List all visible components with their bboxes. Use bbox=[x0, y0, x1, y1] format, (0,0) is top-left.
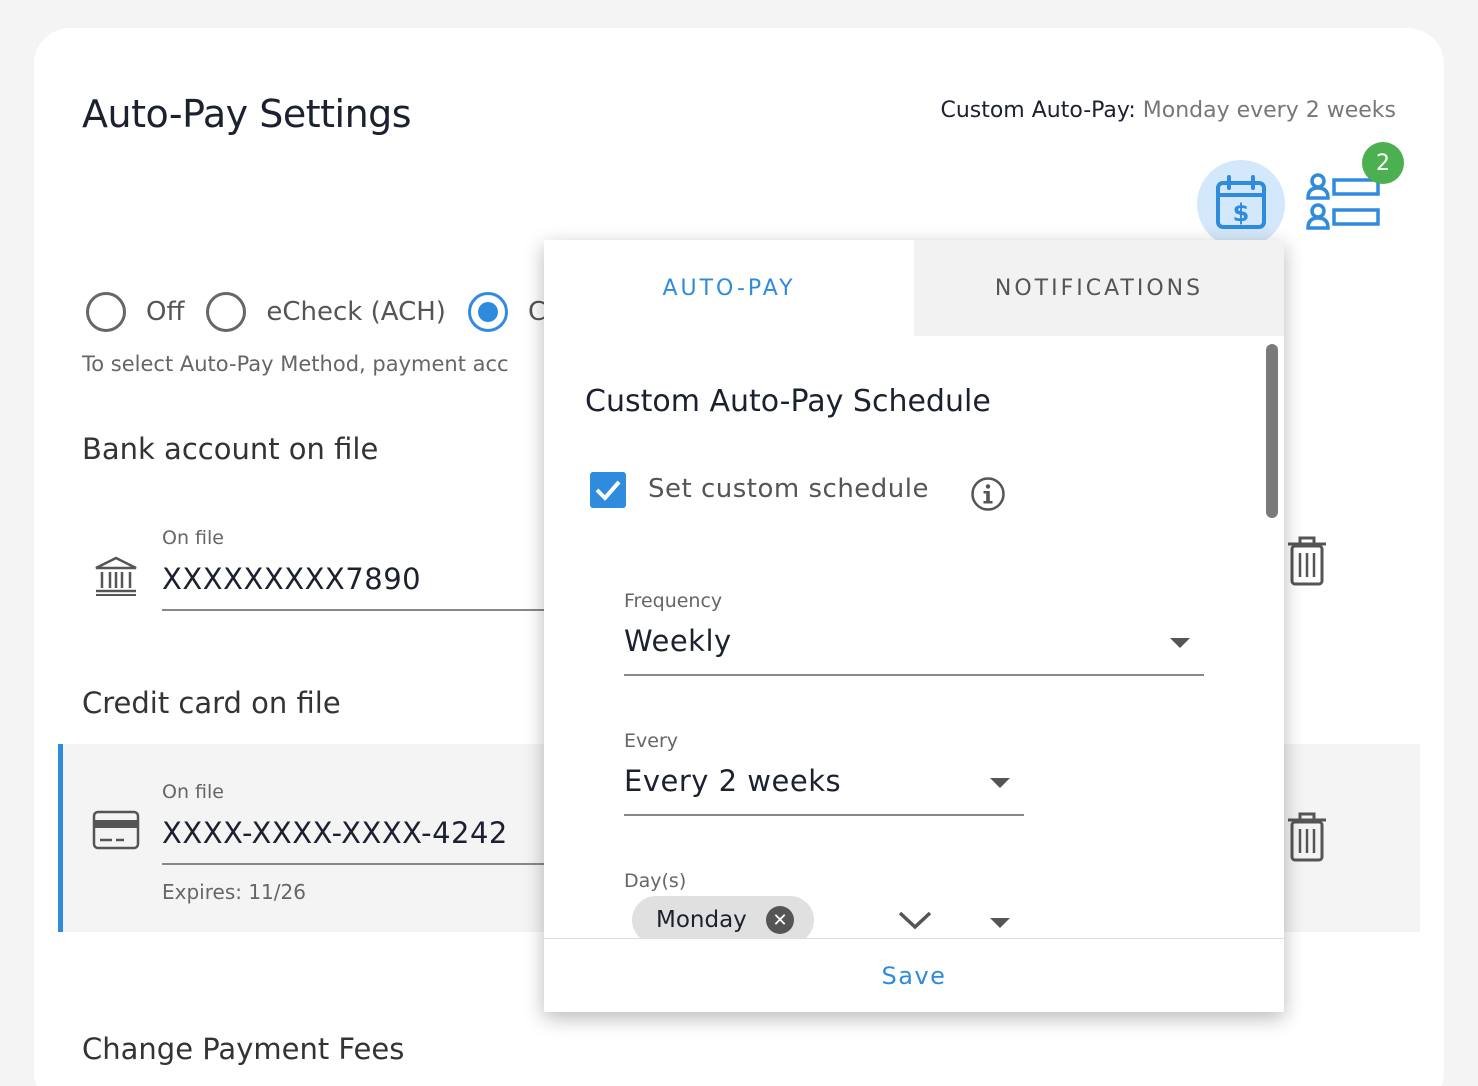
days-label: Day(s) bbox=[624, 870, 687, 892]
credit-card-heading: Credit card on file bbox=[82, 686, 341, 720]
frequency-label: Frequency bbox=[624, 590, 723, 612]
auto-pay-summary: Custom Auto-Pay: Monday every 2 weeks bbox=[940, 98, 1396, 123]
day-chip-label: Monday bbox=[656, 907, 747, 933]
auto-pay-schedule-button[interactable]: $ bbox=[1197, 160, 1285, 248]
bank-field-underline bbox=[162, 609, 562, 611]
info-icon[interactable] bbox=[970, 476, 1006, 512]
popover-scroll-area[interactable]: Custom Auto-Pay Schedule Set custom sche… bbox=[544, 336, 1284, 938]
popover-tabs: AUTO-PAY NOTIFICATIONS bbox=[544, 240, 1284, 336]
auto-pay-method-hint: To select Auto-Pay Method, payment acc bbox=[82, 352, 509, 376]
summary-value: Monday every 2 weeks bbox=[1142, 98, 1396, 123]
radio-echeck-label[interactable]: eCheck (ACH) bbox=[266, 297, 446, 327]
every-caret-icon[interactable] bbox=[990, 778, 1010, 788]
frequency-caret-icon[interactable] bbox=[1170, 638, 1190, 648]
credit-card-expires: Expires: 11/26 bbox=[162, 880, 306, 904]
popover-scrollbar[interactable] bbox=[1266, 344, 1278, 518]
credit-card-icon bbox=[92, 810, 140, 850]
custom-schedule-label[interactable]: Set custom schedule bbox=[648, 474, 929, 504]
credit-field-underline bbox=[162, 863, 562, 865]
radio-echeck[interactable] bbox=[206, 292, 247, 332]
bank-icon bbox=[95, 556, 137, 596]
frequency-underline bbox=[624, 674, 1204, 676]
delete-card-trash-icon[interactable] bbox=[1286, 812, 1328, 862]
delete-bank-trash-icon[interactable] bbox=[1286, 536, 1328, 586]
chevron-down-icon[interactable] bbox=[898, 910, 932, 930]
tab-auto-pay[interactable]: AUTO-PAY bbox=[544, 240, 914, 336]
radio-off-label[interactable]: Off bbox=[146, 297, 184, 327]
auto-pay-popover: AUTO-PAY NOTIFICATIONS Custom Auto-Pay S… bbox=[544, 240, 1284, 1012]
every-underline bbox=[624, 814, 1024, 816]
user-accounts-icon[interactable] bbox=[1306, 172, 1382, 232]
radio-off[interactable] bbox=[86, 292, 126, 332]
auto-pay-method-radios: Off eCheck (ACH) C bbox=[86, 292, 568, 332]
bank-account-heading: Bank account on file bbox=[82, 432, 379, 466]
credit-field-label: On file bbox=[162, 781, 224, 803]
days-caret-icon[interactable] bbox=[990, 918, 1010, 928]
tab-notifications[interactable]: NOTIFICATIONS bbox=[914, 240, 1284, 336]
every-label: Every bbox=[624, 730, 678, 752]
custom-schedule-checkbox[interactable] bbox=[590, 472, 626, 508]
day-chip-monday: Monday ✕ bbox=[632, 896, 814, 938]
notification-badge: 2 bbox=[1362, 142, 1404, 184]
svg-text:$: $ bbox=[1233, 199, 1250, 227]
save-button[interactable]: Save bbox=[882, 962, 947, 990]
schedule-title: Custom Auto-Pay Schedule bbox=[585, 384, 991, 419]
checkmark-icon bbox=[595, 480, 621, 501]
bank-field-label: On file bbox=[162, 527, 224, 549]
frequency-select[interactable]: Weekly bbox=[624, 624, 732, 658]
page-title: Auto-Pay Settings bbox=[82, 92, 412, 136]
summary-label: Custom Auto-Pay: bbox=[940, 98, 1136, 123]
bank-account-number: XXXXXXXXX7890 bbox=[162, 562, 422, 596]
radio-credit-card[interactable] bbox=[467, 292, 508, 332]
popover-footer: Save bbox=[544, 938, 1284, 1012]
credit-card-number: XXXX-XXXX-XXXX-4242 bbox=[162, 816, 508, 850]
every-select[interactable]: Every 2 weeks bbox=[624, 764, 841, 798]
remove-chip-icon[interactable]: ✕ bbox=[766, 906, 794, 934]
calendar-dollar-icon: $ bbox=[1216, 175, 1266, 229]
payment-fees-heading: Change Payment Fees bbox=[82, 1032, 405, 1066]
